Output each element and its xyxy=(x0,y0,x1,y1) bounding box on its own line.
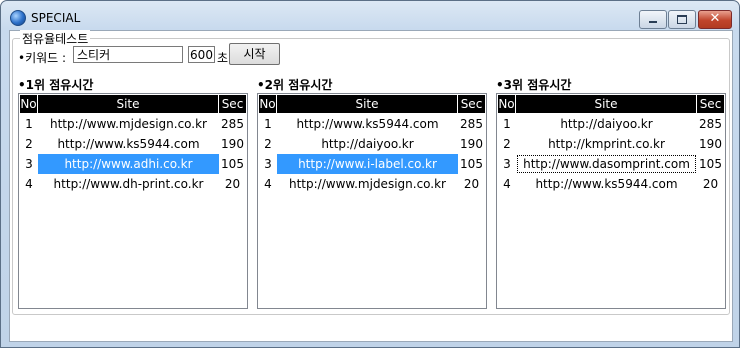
maximize-button[interactable] xyxy=(668,10,696,29)
row-seconds: 285 xyxy=(221,117,244,131)
app-globe-icon xyxy=(10,10,26,26)
window-title: SPECIAL xyxy=(31,11,81,25)
minimize-button[interactable] xyxy=(639,10,667,29)
table-row[interactable]: 4 http://www.mjdesign.co.kr 20 xyxy=(259,174,485,194)
row-seconds: 190 xyxy=(460,137,483,151)
row-site: http://kmprint.co.kr xyxy=(548,137,665,151)
column-header-no[interactable]: No xyxy=(20,95,38,113)
table-row[interactable]: 2 http://kmprint.co.kr 190 xyxy=(498,134,724,154)
column-header-sec[interactable]: Sec xyxy=(697,95,724,113)
table-row[interactable]: 2 http://www.ks5944.com 190 xyxy=(20,134,246,154)
seconds-unit-label: 초 xyxy=(217,51,229,65)
row-seconds: 105 xyxy=(699,157,722,171)
list-header: No Site Sec xyxy=(498,95,724,113)
row-number: 3 xyxy=(25,157,33,171)
row-site: http://www.dasomprint.com xyxy=(516,154,697,174)
row-seconds: 20 xyxy=(702,177,719,191)
column-header-no[interactable]: No xyxy=(259,95,277,113)
column-header-no[interactable]: No xyxy=(498,95,516,113)
seconds-input[interactable]: 600 xyxy=(188,46,215,63)
close-button[interactable]: ✕ xyxy=(698,10,732,29)
row-site: http://www.dh-print.co.kr xyxy=(53,177,204,191)
title-bar[interactable]: SPECIAL ✕ xyxy=(1,1,739,31)
keyword-label: •키워드 : xyxy=(18,51,67,65)
row-seconds: 190 xyxy=(221,137,244,151)
row-seconds: 190 xyxy=(699,137,722,151)
table-row[interactable]: 1 http://www.mjdesign.co.kr 285 xyxy=(20,114,246,134)
row-site: http://www.i-label.co.kr xyxy=(277,154,458,174)
group-label: 점유율테스트 xyxy=(20,30,91,47)
row-site: http://www.ks5944.com xyxy=(57,137,200,151)
row-number: 2 xyxy=(25,137,33,151)
row-number: 1 xyxy=(25,117,33,131)
ranking-list-1[interactable]: No Site Sec 1 http://www.mjdesign.co.kr 285 2 h… xyxy=(18,93,248,309)
row-site: http://www.ks5944.com xyxy=(296,117,439,131)
maximize-icon xyxy=(677,15,687,24)
row-site: http://daiyoo.kr xyxy=(321,137,414,151)
table-row[interactable]: 3 http://www.i-label.co.kr 105 xyxy=(259,154,485,174)
column-header-site[interactable]: Site xyxy=(277,95,458,113)
row-number: 4 xyxy=(25,177,33,191)
table-row[interactable]: 2 http://daiyoo.kr 190 xyxy=(259,134,485,154)
row-number: 1 xyxy=(264,117,272,131)
close-icon: ✕ xyxy=(709,11,721,26)
row-seconds: 20 xyxy=(463,177,480,191)
table-row[interactable]: 4 http://www.ks5944.com 20 xyxy=(498,174,724,194)
row-site: http://daiyoo.kr xyxy=(560,117,653,131)
row-seconds: 20 xyxy=(224,177,241,191)
row-seconds: 285 xyxy=(699,117,722,131)
row-seconds: 285 xyxy=(460,117,483,131)
start-button[interactable]: 시작 xyxy=(229,43,280,65)
row-seconds: 105 xyxy=(460,157,483,171)
list-header: No Site Sec xyxy=(259,95,485,113)
table-row[interactable]: 4 http://www.dh-print.co.kr 20 xyxy=(20,174,246,194)
row-site: http://www.ks5944.com xyxy=(535,177,678,191)
column-header-site[interactable]: Site xyxy=(38,95,219,113)
table-row[interactable]: 3 http://www.adhi.co.kr 105 xyxy=(20,154,246,174)
row-number: 1 xyxy=(503,117,511,131)
panel-title-1: •1위 점유시간 xyxy=(18,78,94,92)
keyword-input[interactable]: 스티커 xyxy=(73,46,183,63)
list-header: No Site Sec xyxy=(20,95,246,113)
table-row[interactable]: 3 http://www.dasomprint.com 105 xyxy=(498,154,724,174)
table-row[interactable]: 1 http://daiyoo.kr 285 xyxy=(498,114,724,134)
column-header-sec[interactable]: Sec xyxy=(458,95,485,113)
row-site: http://www.mjdesign.co.kr xyxy=(289,177,446,191)
share-test-group: 점유율테스트 •키워드 : 스티커 600 초 시작 •1위 점유시간 No Sit… xyxy=(12,30,730,315)
minimize-icon xyxy=(649,21,657,23)
app-window: SPECIAL ✕ 점유율테스트 •키워드 : 스티커 600 초 시작 •1위… xyxy=(0,0,740,348)
row-number: 2 xyxy=(503,137,511,151)
table-row[interactable]: 1 http://www.ks5944.com 285 xyxy=(259,114,485,134)
panel-title-3: •3위 점유시간 xyxy=(496,78,572,92)
client-area: 점유율테스트 •키워드 : 스티커 600 초 시작 •1위 점유시간 No Sit… xyxy=(9,30,733,342)
column-header-sec[interactable]: Sec xyxy=(219,95,246,113)
row-site: http://www.adhi.co.kr xyxy=(38,154,219,174)
row-number: 3 xyxy=(264,157,272,171)
column-header-site[interactable]: Site xyxy=(516,95,697,113)
row-number: 4 xyxy=(264,177,272,191)
ranking-list-2[interactable]: No Site Sec 1 http://www.ks5944.com 285 2 http:… xyxy=(257,93,487,309)
row-number: 4 xyxy=(503,177,511,191)
row-seconds: 105 xyxy=(221,157,244,171)
ranking-list-3[interactable]: No Site Sec 1 http://daiyoo.kr 285 2 http://kmp… xyxy=(496,93,726,309)
row-site: http://www.mjdesign.co.kr xyxy=(50,117,207,131)
row-number: 3 xyxy=(503,157,511,171)
panel-title-2: •2위 점유시간 xyxy=(257,78,333,92)
row-number: 2 xyxy=(264,137,272,151)
